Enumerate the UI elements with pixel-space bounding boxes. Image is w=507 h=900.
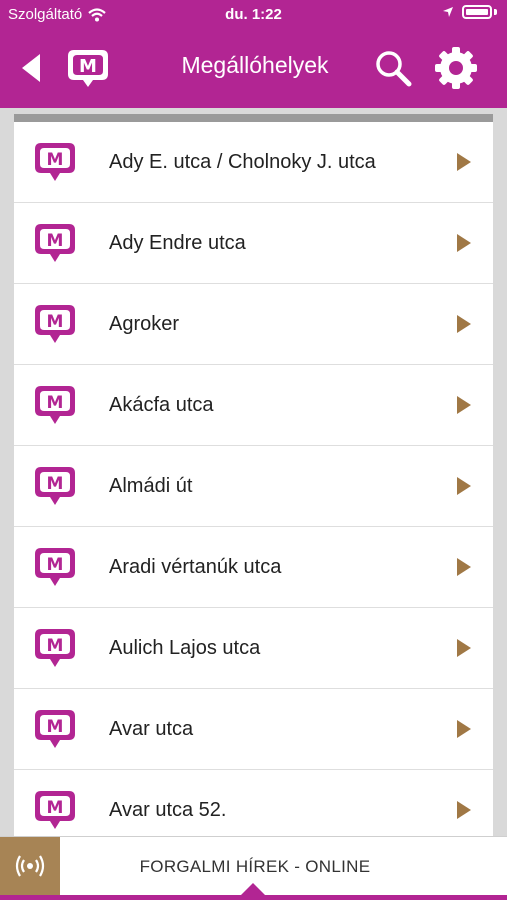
list-item[interactable]: M Aulich Lajos utca [14,608,493,689]
svg-text:M: M [47,393,64,413]
stop-marker-icon: M [35,224,75,262]
logo-letter: M [79,56,97,77]
list-item-label: Aulich Lajos utca [109,636,261,659]
back-chevron-icon [22,54,40,82]
battery-icon [462,5,492,19]
live-news-button[interactable] [0,837,60,895]
svg-text:M: M [47,717,64,737]
list-item[interactable]: M Avar utca 52. [14,770,493,836]
chevron-right-icon [457,315,471,333]
nav-bar: M Megállóhelyek [0,30,507,108]
svg-text:M: M [47,231,64,251]
stop-marker-icon: M [35,386,75,424]
chevron-right-icon [457,720,471,738]
traffic-news-label[interactable]: FORGALMI HÍREK - ONLINE [60,857,450,877]
home-logo-button[interactable]: M [62,40,114,96]
status-bar: Szolgáltató du. 1:22 [0,0,507,30]
list-item[interactable]: M Almádi út [14,446,493,527]
list-item[interactable]: M Aradi vértanúk utca [14,527,493,608]
svg-text:M: M [47,636,64,656]
list-item-label: Ady Endre utca [109,231,246,254]
list-item-label: Almádi út [109,474,193,497]
list-item-label: Avar utca [109,717,194,740]
chevron-right-icon [457,801,471,819]
list-item-label: Avar utca 52. [109,798,227,821]
stop-marker-icon: M [35,467,75,505]
svg-text:M: M [47,312,64,332]
location-arrow-icon [443,7,453,17]
search-icon [376,51,412,87]
list-item-label: Akácfa utca [109,393,214,416]
list-item[interactable]: M Ady Endre utca [14,203,493,284]
chevron-right-icon [457,153,471,171]
stop-marker-icon: M [35,791,75,829]
stop-marker-icon: M [35,710,75,748]
expand-indicator [241,883,265,895]
chevron-right-icon [457,396,471,414]
list-item[interactable]: M Agroker [14,284,493,365]
list-item[interactable]: M Akácfa utca [14,365,493,446]
search-button[interactable] [368,40,418,96]
list-item[interactable]: M Avar utca [14,689,493,770]
stop-marker-icon: M [35,305,75,343]
broadcast-icon [15,855,45,877]
clock: du. 1:22 [225,6,282,23]
stop-marker-icon: M [35,548,75,586]
list-item[interactable]: M Ady E. utca / Cholnoky J. utca [14,122,493,203]
chevron-right-icon [457,477,471,495]
back-button[interactable] [8,40,52,96]
chevron-right-icon [457,558,471,576]
settings-button[interactable] [430,40,482,96]
battery-cap [494,9,497,15]
list-item-label: Ady E. utca / Cholnoky J. utca [109,150,376,173]
svg-text:M: M [47,150,64,170]
chevron-right-icon [457,234,471,252]
list-item-label: Agroker [109,312,180,335]
svg-text:M: M [47,474,64,494]
chevron-right-icon [457,639,471,657]
traffic-news-bar: FORGALMI HÍREK - ONLINE [0,836,507,900]
bottom-accent-line [0,895,507,900]
list-item-label: Aradi vértanúk utca [109,555,282,578]
svg-text:M: M [47,798,64,818]
status-right [442,5,497,19]
page-title: Megállóhelyek [181,52,329,78]
stop-marker-icon: M [35,143,75,181]
gear-icon [435,47,477,89]
stop-marker-icon: M [35,629,75,667]
stop-logo-icon: M [68,50,108,87]
stop-list[interactable]: M Ady E. utca / Cholnoky J. utca M Ady E… [14,114,493,836]
svg-text:M: M [47,555,64,575]
